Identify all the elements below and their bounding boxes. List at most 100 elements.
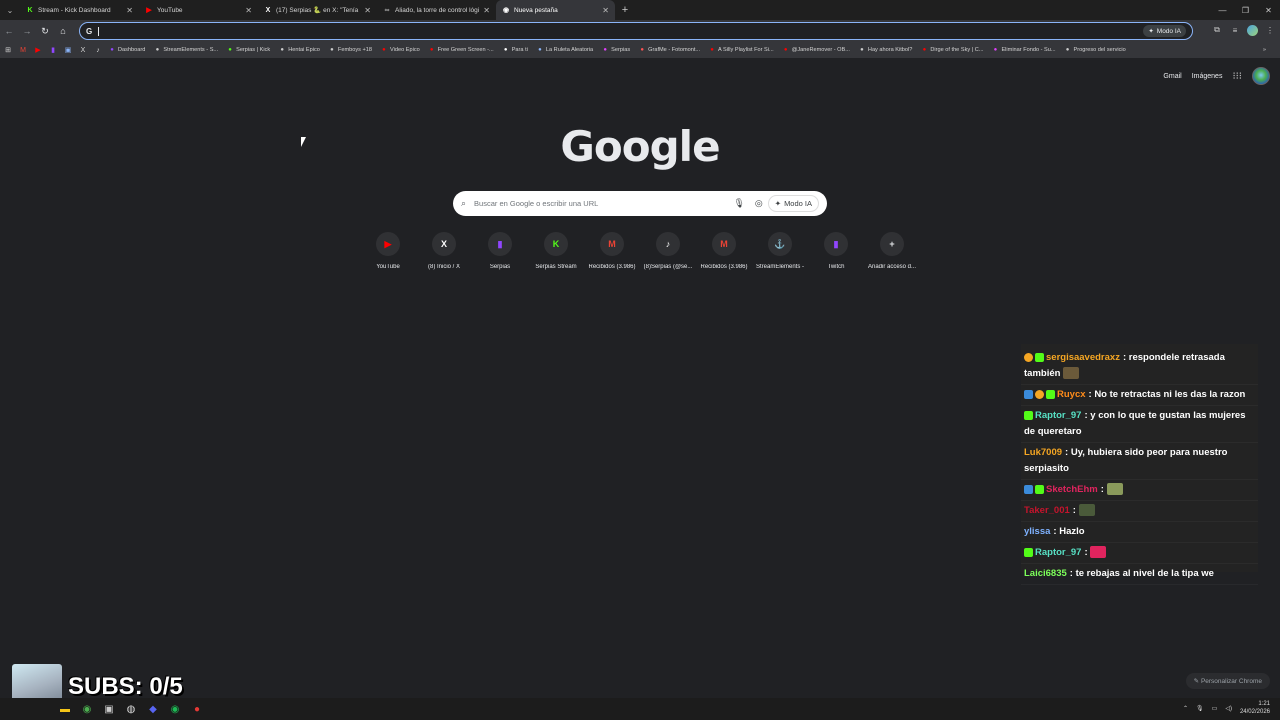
bookmark-item[interactable]: ● Eliminar Fondo - Su... (992, 47, 1056, 53)
app-taskbar-icon[interactable]: ▣ (100, 700, 118, 718)
shortcut-label: Serpias Stream (535, 264, 577, 270)
microphone-tray-icon[interactable]: 🎙 (1196, 705, 1204, 712)
back-icon[interactable]: ← (0, 22, 18, 40)
browser-tab[interactable]: K Stream - Kick Dashboard ✕ (20, 0, 139, 20)
close-window-icon[interactable]: ✕ (1257, 0, 1280, 20)
shortcut-tile[interactable]: M Recibidos (3.986) (696, 232, 752, 270)
bookmark-item[interactable]: ● A Silly Playlist For Si... (709, 47, 773, 53)
more-bookmarks-icon[interactable]: » (1263, 47, 1266, 53)
extensions-icon[interactable]: ⧉ (1211, 23, 1223, 37)
browser-tab[interactable]: ◉ Nueva pestaña ✕ (496, 0, 615, 20)
chat-text: : Hazlo (1053, 526, 1085, 537)
bookmark-item[interactable]: ● Para ti (503, 47, 528, 53)
shortcut-tile[interactable]: K Serpias Stream (528, 232, 584, 270)
folder-bookmark-icon[interactable]: ▣ (64, 46, 72, 54)
profile-avatar[interactable] (1247, 24, 1258, 36)
omnibox-modo-ia-button[interactable]: ✦ Modo IA (1143, 25, 1186, 37)
bookmark-item[interactable]: ● Hay ahora Kitbol? (859, 47, 912, 53)
bookmark-item[interactable]: ● La Ruleta Aleatoria (537, 47, 593, 53)
browser-tab[interactable]: ▶ YouTube ✕ (139, 0, 258, 20)
close-tab-icon[interactable]: ✕ (245, 6, 252, 15)
search-input[interactable] (474, 199, 729, 208)
shortcut-tile[interactable]: ▮ Serpias (472, 232, 528, 270)
bookmark-item[interactable]: ● StreamElements - S... (154, 47, 219, 53)
search-box[interactable]: ⌕ 🎙 ◎ ✦ Modo IA (453, 191, 827, 216)
volume-icon[interactable]: ◁) (1225, 705, 1232, 712)
close-tab-icon[interactable]: ✕ (364, 6, 371, 15)
stream-chat-overlay: sergisaavedraxz: respondele retrasada ta… (1021, 344, 1258, 585)
gmail-bookmark-icon[interactable]: M (19, 46, 27, 54)
bookmark-label: StreamElements - S... (163, 47, 219, 53)
tiktok-bookmark-icon[interactable]: ♪ (94, 46, 102, 54)
clock[interactable]: 1:21 24/02/2026 (1240, 700, 1270, 716)
account-avatar[interactable] (1252, 67, 1270, 85)
network-icon[interactable]: ▭ (1212, 705, 1218, 712)
images-link[interactable]: Imágenes (1192, 73, 1223, 80)
shortcut-tile[interactable]: ♪ (8)Serpias (@se... (640, 232, 696, 270)
subs-counter: SUBS: 0/5 (68, 673, 183, 700)
new-tab-button[interactable]: + (615, 0, 635, 20)
address-bar[interactable]: G ✦ Modo IA (79, 22, 1193, 40)
bookmark-item[interactable]: ● Dirge of the Sky | C... (921, 47, 984, 53)
forward-icon[interactable]: → (18, 22, 36, 40)
bookmark-label: Para ti (511, 47, 528, 53)
bookmark-item[interactable]: ● Dashboard (109, 47, 145, 53)
file-explorer-icon[interactable]: ▬ (56, 700, 74, 718)
x-bookmark-icon[interactable]: X (79, 46, 87, 54)
bookmark-label: Serpias (611, 47, 631, 53)
customize-chrome-button[interactable]: ✎ Personalizar Chrome (1185, 673, 1270, 689)
discord-taskbar-icon[interactable]: ◆ (144, 700, 162, 718)
tab-title: (17) Serpias 🐍 en X: "Tenía un (276, 7, 361, 14)
sparkle-search-icon: ✦ (774, 199, 782, 208)
tab-search-chevron-icon[interactable]: ⌄ (0, 0, 20, 20)
twitch-bookmark-icon[interactable]: ▮ (49, 46, 57, 54)
bookmark-item[interactable]: ● Serpias (602, 47, 630, 53)
menu-dots-icon[interactable]: ⋮ (1264, 23, 1276, 37)
shortcut-tile[interactable]: X (8) Inicio / X (416, 232, 472, 270)
blue-badge-icon (1024, 389, 1033, 399)
bookmark-label: Eliminar Fondo - Su... (1001, 47, 1056, 53)
bookmark-item[interactable]: ● @JaneRemover - OB... (783, 47, 850, 53)
bookmark-item[interactable]: ● Video Epico (381, 47, 420, 53)
lens-icon[interactable]: ◎ (755, 198, 763, 209)
bookmark-item[interactable]: ● Hentai Epico (279, 47, 320, 53)
bookmark-item[interactable]: ● Free Green Screen -... (429, 47, 494, 53)
google-logo: Google (560, 122, 720, 171)
shortcut-tile[interactable]: + Añadir acceso d... (864, 232, 920, 270)
modo-ia-label: Modo IA (784, 199, 812, 208)
minimize-icon[interactable]: — (1211, 0, 1234, 20)
browser-tab[interactable]: X (17) Serpias 🐍 en X: "Tenía un ✕ (258, 0, 377, 20)
shortcut-tile[interactable]: ▮ Twitch (808, 232, 864, 270)
modo-ia-button[interactable]: ✦ Modo IA (767, 195, 819, 212)
obs-taskbar-icon[interactable]: ◍ (122, 700, 140, 718)
customize-chrome-label: Personalizar Chrome (1200, 678, 1262, 685)
apps-icon[interactable]: ⊞ (4, 46, 12, 54)
microphone-icon[interactable]: 🎙 (733, 198, 744, 209)
browser-tab[interactable]: ∞ Aliado, la torre de control lógic ✕ (377, 0, 496, 20)
close-tab-icon[interactable]: ✕ (483, 6, 490, 15)
bookmark-item[interactable]: ● GrafMe - Fotomont... (639, 47, 700, 53)
reload-icon[interactable]: ↻ (36, 22, 54, 40)
shortcut-tile[interactable]: ⚓ StreamElements - (752, 232, 808, 270)
youtube-bookmark-icon[interactable]: ▶ (34, 46, 42, 54)
home-icon[interactable]: ⌂ (54, 22, 72, 40)
close-tab-icon[interactable]: ✕ (126, 6, 133, 15)
media-icon[interactable]: ≡ (1229, 23, 1241, 37)
green-badge-icon (1035, 352, 1044, 362)
chrome-taskbar-icon[interactable]: ◉ (78, 700, 96, 718)
close-tab-icon[interactable]: ✕ (602, 6, 609, 15)
bookmark-item[interactable]: ● Serpias | Kick (227, 47, 270, 53)
bookmark-favicon-icon: ● (922, 47, 927, 53)
bookmark-label: Femboys +18 (337, 47, 372, 53)
tab-title: Stream - Kick Dashboard (38, 6, 111, 14)
spotify-taskbar-icon[interactable]: ◉ (166, 700, 184, 718)
tray-chevron-icon[interactable]: ⌃ (1183, 705, 1188, 712)
bookmark-item[interactable]: ● Progreso del servicio (1065, 47, 1126, 53)
shortcut-tile[interactable]: M Recibidos (3.986) (584, 232, 640, 270)
maximize-icon[interactable]: ❐ (1234, 0, 1257, 20)
bookmark-item[interactable]: ● Femboys +18 (329, 47, 372, 53)
shortcut-tile[interactable]: ▶ YouTube (360, 232, 416, 270)
record-taskbar-icon[interactable]: ● (188, 700, 206, 718)
gmail-link[interactable]: Gmail (1163, 73, 1181, 80)
google-apps-icon[interactable]: ⁝⁝⁝ (1232, 71, 1242, 82)
